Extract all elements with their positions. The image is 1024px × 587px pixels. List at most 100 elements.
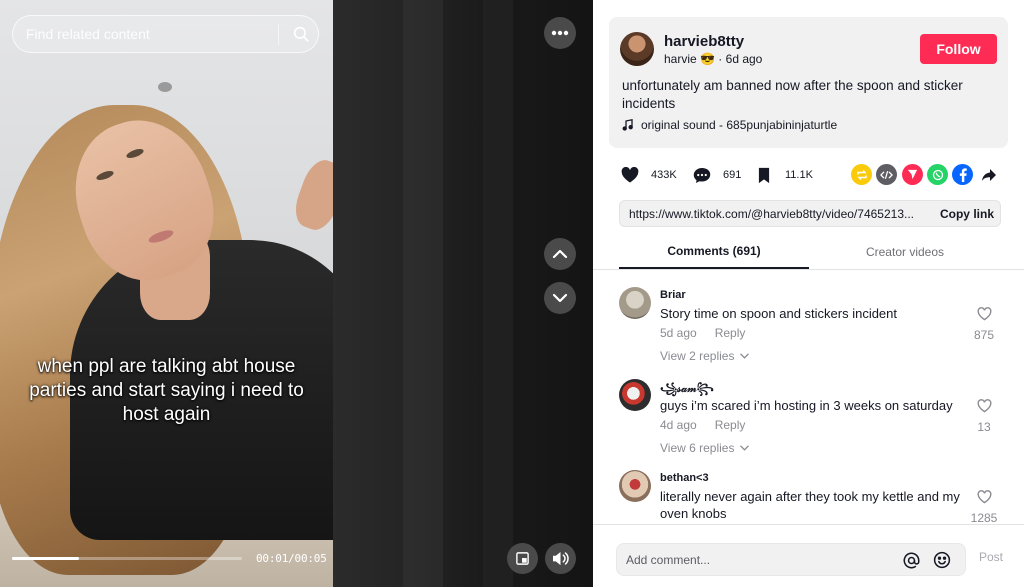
bookmark-icon [758,167,770,183]
author-avatar[interactable] [620,32,654,66]
comment-composer: Post [593,524,1024,587]
video-frame[interactable]: when ppl are talking abt house parties a… [0,0,333,587]
follow-button[interactable]: Follow [920,34,997,64]
comment-text: guys i’m scared i’m hosting in 3 weeks o… [660,398,953,413]
whatsapp-icon [932,169,943,180]
at-mention-icon [903,552,919,568]
action-icon-wrap [689,162,715,188]
comment-count: 691 [723,169,742,181]
video-link-url[interactable]: https://www.tiktok.com/@harvieb8tty/vide… [629,207,919,221]
comment-item: Briar Story time on spoon and stickers i… [619,287,1009,367]
video-link-box: https://www.tiktok.com/@harvieb8tty/vide… [619,200,1001,227]
comment-like-button[interactable]: 1285 [964,490,1004,523]
search-divider [278,24,279,45]
more-options-button[interactable] [544,17,576,49]
reply-button[interactable]: Reply [715,326,746,340]
view-replies-button[interactable]: View 6 replies [660,441,750,455]
comment-avatar[interactable] [619,379,651,411]
comment-field [616,543,966,576]
save-button[interactable]: 11.1K [751,162,813,188]
save-count: 11.1K [785,169,813,181]
subline-separator: · [714,52,726,66]
embed-button[interactable] [876,164,897,185]
comment-button[interactable]: 691 [689,162,741,188]
heart-outline-icon [977,307,991,321]
tab-creator-videos[interactable]: Creator videos [809,234,1001,269]
search-input[interactable] [26,16,276,52]
floating-player-icon [516,552,529,565]
engagement-row: 433K 691 11.1K [617,160,1007,190]
comment-bubble-icon [693,167,711,183]
music-title: original sound - 685punjabininjaturtle [641,118,838,132]
comment-list[interactable]: Briar Story time on spoon and stickers i… [593,271,1024,523]
comment-username[interactable]: bethan<3 [660,472,709,484]
ceiling-light [158,82,172,92]
share-facebook-button[interactable] [952,164,973,185]
comment-like-count: 1285 [970,511,998,523]
floating-player-button[interactable] [507,543,538,574]
post-time: 6d ago [725,52,763,66]
chevron-down-icon [740,353,750,359]
comment-item: ꧁𝓈𝒶𝓂꧂ guys i’m scared i’m hosting in 3 w… [619,379,1009,459]
like-count: 433K [651,169,677,181]
comment-meta: 5d ago Reply [660,326,745,340]
view-replies-button[interactable]: View 2 replies [660,349,750,363]
tab-comments[interactable]: Comments (691) [619,234,809,269]
view-replies-label: View 2 replies [660,349,735,363]
share-whatsapp-button[interactable] [927,164,948,185]
comment-like-count: 13 [977,420,991,434]
author-username[interactable]: harvieb8tty [664,33,744,50]
reply-button[interactable]: Reply [715,418,746,432]
video-progress-fill [12,557,79,560]
previous-video-button[interactable] [544,238,576,270]
repost-icon [856,169,867,180]
video-timestamp: 00:01/00:05 [256,552,327,565]
heart-icon [621,167,639,183]
comment-meta: 4d ago Reply [660,418,745,432]
post-description: unfortunately am banned now after the sp… [622,78,963,111]
comment-time: 4d ago [660,418,697,432]
comment-like-button[interactable]: 875 [964,307,1004,342]
next-video-button[interactable] [544,282,576,314]
author-subline: harvie 😎 · 6d ago [664,52,762,66]
mention-button[interactable] [901,550,921,570]
share-arrow-icon [981,168,996,181]
comment-avatar[interactable] [619,287,651,319]
emoji-button[interactable] [932,550,952,570]
chevron-down-icon [552,293,568,303]
comment-avatar[interactable] [619,470,651,502]
comment-text: literally never again after they took my… [660,489,960,521]
music-link[interactable]: original sound - 685punjabininjaturtle [622,118,837,132]
repost-button[interactable] [851,164,872,185]
chevron-down-icon [740,445,750,451]
video-player[interactable]: when ppl are talking abt house parties a… [0,0,593,587]
volume-icon [553,551,569,566]
like-button[interactable]: 433K [617,162,677,188]
tab-bar: Comments (691) Creator videos [593,234,1024,270]
search-bar [12,15,319,53]
music-note-icon [622,119,633,131]
video-progress-bar[interactable] [12,557,242,560]
search-button[interactable] [284,16,318,52]
comment-like-button[interactable]: 13 [964,399,1004,434]
comment-input[interactable] [626,544,896,575]
embed-icon [880,170,893,179]
action-icon-wrap [617,162,643,188]
heart-outline-icon [977,490,991,504]
post-comment-button[interactable]: Post [979,550,1003,564]
emoji-icon [933,551,951,569]
search-icon [293,26,309,42]
volume-button[interactable] [545,543,576,574]
more-share-button[interactable] [978,164,999,185]
comment-item: bethan<3 literally never again after the… [619,470,1009,523]
send-to-friends-button[interactable] [902,164,923,185]
heart-outline-icon [977,399,991,413]
comment-username[interactable]: Briar [660,289,686,301]
copy-link-button[interactable]: Copy link [932,201,1002,226]
facebook-icon [959,167,967,182]
comment-time: 5d ago [660,326,697,340]
send-icon [907,169,918,180]
more-icon [551,30,569,36]
post-info-card: harvieb8tty harvie 😎 · 6d ago Follow unf… [609,17,1008,148]
view-replies-label: View 6 replies [660,441,735,455]
